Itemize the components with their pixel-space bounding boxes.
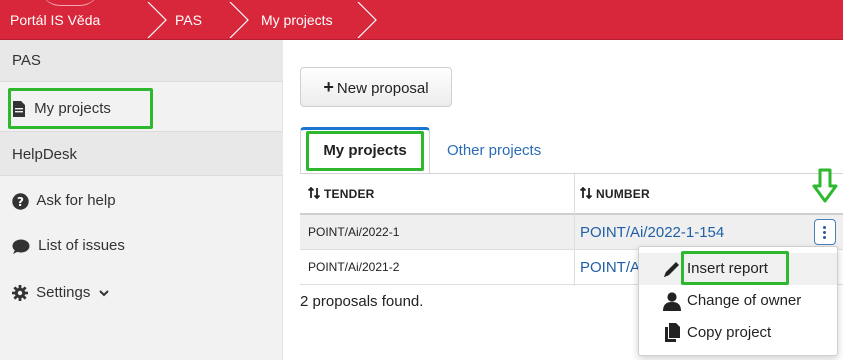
sidebar-item-label: Settings [36,284,91,301]
sidebar-header-label: HelpDesk [12,146,78,163]
sidebar-header-label: PAS [12,52,41,69]
sidebar: PAS My projects HelpDesk ? Ask for help … [0,40,283,360]
gear-icon [12,285,28,302]
svg-text:?: ? [17,195,24,209]
tab-my-projects[interactable]: My projects [300,127,430,174]
menu-item-label: Change of owner [687,292,802,309]
tab-other-projects[interactable]: Other projects [447,127,541,174]
breadcrumb-chevron-icon [147,2,167,38]
sort-icon [579,186,593,200]
column-header-label: TENDER [324,187,375,201]
sidebar-item-label: List of issues [38,237,125,254]
pencil-icon [664,262,679,277]
new-proposal-label: New proposal [336,80,429,97]
column-header-number[interactable]: NUMBER [579,174,650,214]
user-icon [663,292,681,311]
copy-icon [665,323,680,342]
menu-item-insert-report[interactable]: Insert report [639,253,837,285]
breadcrumb-pas[interactable]: PAS [175,0,202,40]
comment-icon [12,239,30,254]
tender-cell: POINT/Ai/2022-1 [308,225,400,239]
breadcrumb-chevron-icon [229,2,249,38]
menu-item-change-of-owner[interactable]: Change of owner [639,285,837,317]
menu-item-label: Copy project [687,324,772,341]
dot [823,226,826,229]
menu-item-copy-project[interactable]: Copy project [639,317,837,349]
sidebar-item-my-projects[interactable]: My projects [0,86,283,132]
breadcrumb-chevron-icon [357,2,377,38]
dot [823,236,826,239]
tender-cell: POINT/Ai/2021-2 [308,260,400,274]
row-actions-button[interactable] [814,219,836,245]
top-breadcrumb-bar: Portál IS Věda PAS My projects [0,0,843,40]
question-circle-icon: ? [12,192,29,210]
plus-icon: + [323,77,334,97]
new-proposal-button[interactable]: + New proposal [300,67,452,107]
number-link[interactable]: POINT/Ai/2022-1-154 [580,215,724,250]
menu-item-label: Insert report [687,260,768,277]
breadcrumb-my-projects[interactable]: My projects [261,0,333,40]
proposals-count: 2 proposals found. [300,293,424,310]
number-link[interactable]: POINT/A [580,250,640,285]
table-row[interactable]: POINT/Ai/2022-1 POINT/Ai/2022-1-154 [300,215,843,250]
tab-label: Other projects [447,142,542,159]
chevron-down-icon [98,290,109,297]
sidebar-item-ask-for-help[interactable]: ? Ask for help [0,178,283,224]
sidebar-item-settings[interactable]: Settings [0,270,283,316]
down-arrow-icon [812,168,838,203]
row-actions-menu: Insert report Change of owner Copy proje… [638,246,838,356]
column-header-label: NUMBER [596,187,650,201]
sidebar-item-list-of-issues[interactable]: List of issues [0,223,283,269]
file-icon [13,101,25,118]
sidebar-header-pas: PAS [0,40,283,82]
sidebar-item-label: Ask for help [36,192,116,209]
tab-divider [300,173,843,174]
column-divider [574,174,575,286]
breadcrumb-portal[interactable]: Portál IS Věda [10,0,100,40]
sort-icon [307,186,321,200]
sidebar-header-helpdesk: HelpDesk [0,131,283,176]
dot [823,231,826,234]
sidebar-item-label: My projects [34,100,111,117]
tab-label: My projects [323,142,407,159]
column-header-tender[interactable]: TENDER [307,174,375,214]
